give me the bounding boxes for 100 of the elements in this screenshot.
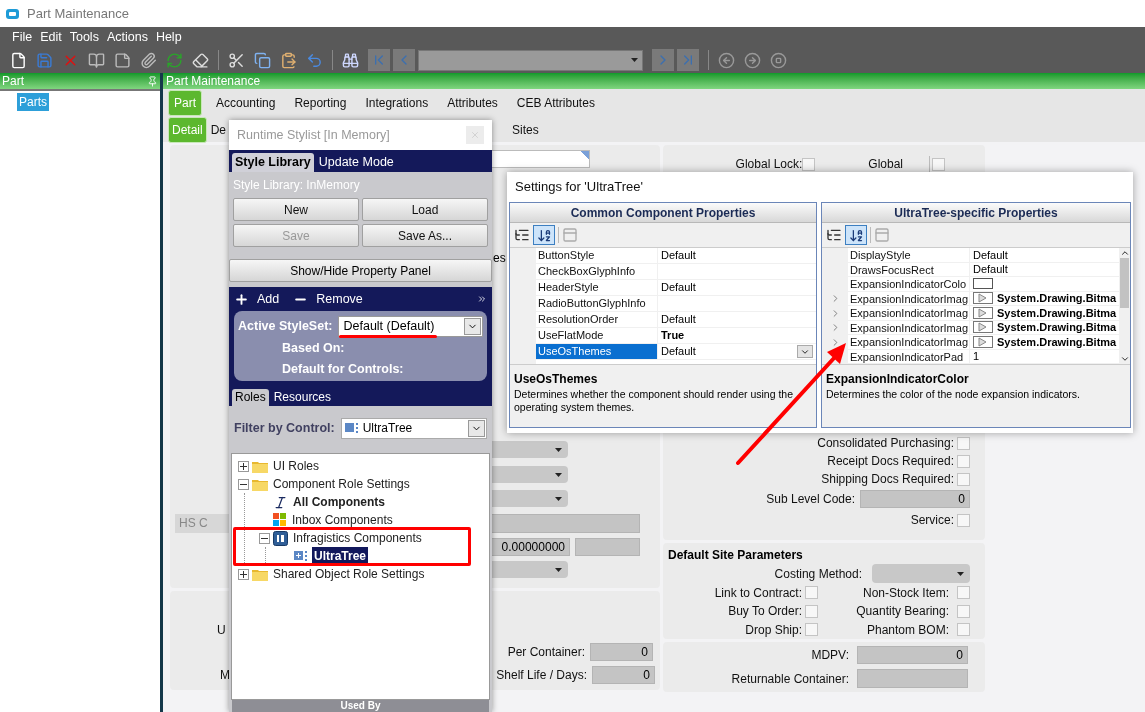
cut-icon[interactable] bbox=[228, 51, 245, 69]
property-value[interactable]: Default bbox=[661, 248, 696, 264]
add-icon[interactable] bbox=[234, 291, 249, 307]
tab[interactable]: Sites bbox=[509, 117, 542, 142]
property-value[interactable]: System.Drawing.Bitma bbox=[997, 319, 1117, 336]
search-icon[interactable] bbox=[342, 51, 359, 69]
attachment-icon[interactable] bbox=[140, 51, 157, 69]
property-name[interactable]: CheckBoxGlyphInfo bbox=[536, 264, 658, 280]
checkbox[interactable] bbox=[805, 623, 818, 637]
book-icon[interactable] bbox=[88, 51, 105, 69]
pin-icon[interactable] bbox=[147, 75, 158, 87]
categorized-icon[interactable] bbox=[826, 227, 842, 243]
back-icon[interactable] bbox=[718, 51, 735, 69]
dropdown-button[interactable] bbox=[468, 419, 485, 437]
tab[interactable]: Update Mode bbox=[315, 153, 397, 172]
checkbox[interactable] bbox=[957, 604, 970, 618]
eraser-icon[interactable] bbox=[192, 51, 209, 69]
categorized-icon[interactable] bbox=[514, 227, 530, 243]
scroll-up-icon[interactable] bbox=[1119, 248, 1130, 258]
menu-item[interactable]: File bbox=[8, 27, 37, 47]
input-field[interactable]: 0 bbox=[857, 646, 968, 664]
add-button[interactable]: Add bbox=[257, 289, 280, 309]
checkbox[interactable] bbox=[805, 604, 818, 618]
property-value[interactable]: Default bbox=[973, 261, 1008, 278]
checkbox[interactable] bbox=[805, 586, 818, 600]
tab[interactable]: De bbox=[207, 117, 230, 142]
menu-item[interactable]: Edit bbox=[36, 27, 66, 47]
paste-icon[interactable] bbox=[280, 51, 297, 69]
input-field[interactable] bbox=[575, 538, 640, 556]
property-value[interactable]: System.Drawing.Bitma bbox=[997, 333, 1117, 350]
checkbox[interactable] bbox=[932, 157, 945, 171]
forward-icon[interactable] bbox=[744, 51, 761, 69]
property-name[interactable]: DrawsFocusRect bbox=[848, 262, 970, 277]
expand-icon[interactable] bbox=[238, 460, 249, 472]
tree-item[interactable]: Inbox Components bbox=[290, 511, 395, 529]
tab[interactable]: Reporting bbox=[289, 91, 352, 115]
styleset-dropdown[interactable]: Default (Default) bbox=[338, 316, 483, 337]
property-value[interactable]: Default bbox=[661, 343, 696, 360]
remove-button[interactable]: Remove bbox=[316, 289, 363, 309]
close-button[interactable] bbox=[466, 126, 484, 144]
dropdown-button[interactable] bbox=[464, 318, 481, 335]
property-name[interactable]: RadioButtonGlyphInfo bbox=[536, 296, 658, 312]
sort-button[interactable] bbox=[845, 225, 867, 245]
menu-item[interactable]: Help bbox=[151, 27, 186, 47]
checkbox[interactable] bbox=[957, 623, 970, 637]
save-icon[interactable] bbox=[36, 51, 53, 69]
checkbox[interactable] bbox=[802, 157, 816, 171]
property-value[interactable]: System.Drawing.Bitma bbox=[997, 304, 1117, 321]
stop-icon[interactable] bbox=[770, 51, 787, 69]
checkbox[interactable] bbox=[957, 436, 970, 450]
scroll-down-icon[interactable] bbox=[1119, 354, 1130, 364]
note-icon[interactable] bbox=[114, 51, 131, 69]
property-name[interactable]: UseOsThemes bbox=[536, 344, 658, 360]
dropdown-button[interactable] bbox=[797, 345, 813, 358]
checkbox[interactable] bbox=[957, 586, 970, 600]
record-dropdown[interactable] bbox=[418, 49, 643, 71]
property-name[interactable]: HeaderStyle bbox=[536, 280, 658, 296]
menu-item[interactable]: Actions bbox=[102, 27, 152, 47]
property-name[interactable]: ExpansionIndicatorImag bbox=[848, 320, 970, 335]
tree-item[interactable]: All Components bbox=[291, 493, 387, 511]
property-name[interactable]: ExpansionIndicatorPad bbox=[848, 349, 970, 364]
toggle-panel-button[interactable]: Show/Hide Property Panel bbox=[229, 259, 492, 282]
tab[interactable]: Attributes bbox=[442, 91, 503, 115]
property-value[interactable]: Default bbox=[661, 279, 696, 296]
property-value[interactable]: True bbox=[661, 327, 685, 344]
scrollbar[interactable] bbox=[1119, 248, 1130, 364]
sort-button[interactable] bbox=[533, 225, 555, 245]
property-value[interactable]: Default bbox=[973, 248, 1008, 263]
tab[interactable]: Style Library bbox=[232, 153, 314, 172]
checkbox[interactable] bbox=[957, 472, 970, 486]
collapse-icon[interactable] bbox=[238, 478, 249, 490]
property-value[interactable]: Default bbox=[661, 311, 696, 328]
tab[interactable]: Integrations bbox=[360, 91, 434, 115]
action-button[interactable]: Save As... bbox=[362, 224, 488, 247]
tree-item[interactable]: Component Role Settings bbox=[271, 475, 412, 493]
color-swatch[interactable] bbox=[973, 278, 993, 290]
property-value[interactable]: System.Drawing.Bitma bbox=[997, 290, 1117, 307]
property-name[interactable]: ResolutionOrder bbox=[536, 312, 658, 328]
action-button[interactable]: New bbox=[233, 198, 359, 221]
property-value[interactable]: 1 bbox=[973, 348, 980, 364]
copy-icon[interactable] bbox=[254, 51, 271, 69]
input-field[interactable]: 0 bbox=[590, 643, 653, 661]
overflow-icon[interactable] bbox=[477, 294, 487, 304]
undo-icon[interactable] bbox=[306, 51, 323, 69]
property-name[interactable]: ExpansionIndicatorImag bbox=[848, 335, 970, 350]
property-pages-icon[interactable] bbox=[874, 227, 890, 243]
property-name[interactable]: ExpansionIndicatorColo bbox=[848, 277, 970, 292]
new-document-icon[interactable] bbox=[10, 51, 27, 69]
tab[interactable]: CEB Attributes bbox=[511, 91, 600, 115]
refresh-icon[interactable] bbox=[166, 51, 183, 69]
tab[interactable]: Resources bbox=[270, 389, 335, 406]
input-field[interactable]: 0 bbox=[592, 666, 655, 684]
tree-item[interactable]: UI Roles bbox=[271, 457, 321, 475]
tree-item[interactable]: Shared Object Role Settings bbox=[271, 565, 427, 583]
property-name[interactable]: ExpansionIndicatorImag bbox=[848, 291, 970, 306]
filter-dropdown[interactable]: UltraTree bbox=[340, 417, 487, 439]
collapse-icon[interactable] bbox=[259, 532, 270, 544]
expand-icon[interactable] bbox=[238, 568, 249, 580]
input-field[interactable] bbox=[490, 150, 590, 168]
input-field[interactable] bbox=[857, 669, 968, 688]
